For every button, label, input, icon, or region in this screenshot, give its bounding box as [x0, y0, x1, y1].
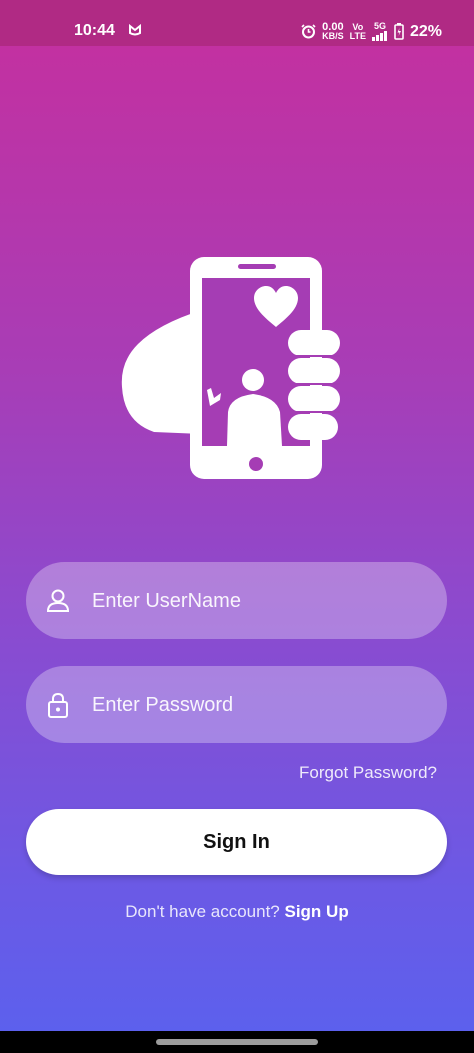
password-input[interactable] — [90, 666, 434, 745]
network-type-label: 5G — [373, 21, 386, 31]
sign-up-link[interactable]: Sign Up — [284, 902, 348, 921]
app-logo-icon — [118, 252, 343, 482]
status-bar: 10:44 0.00 KB/S Vo LTE 5G 22% — [0, 0, 474, 46]
signup-prompt: Don't have account? Sign Up — [0, 902, 474, 922]
signal-icon — [371, 31, 388, 41]
alarm-icon — [301, 24, 316, 39]
battery-percent: 22% — [409, 22, 442, 40]
lock-icon — [46, 692, 70, 718]
status-icons: 0.00 KB/S Vo LTE 5G 22% — [301, 21, 442, 41]
home-gesture-handle[interactable] — [156, 1039, 318, 1045]
battery-icon — [394, 23, 404, 40]
network-speed-unit: KB/S — [322, 30, 344, 41]
navigation-bar — [0, 1031, 474, 1053]
password-field[interactable] — [26, 666, 447, 745]
forgot-password-link[interactable]: Forgot Password? — [299, 763, 437, 783]
status-time: 10:44 — [74, 22, 115, 39]
network-speed: 0.00 KB/S — [322, 21, 344, 41]
user-icon — [46, 588, 70, 614]
username-input[interactable] — [90, 562, 434, 641]
network-type: 5G — [371, 21, 388, 41]
volte-bottom: LTE — [349, 30, 366, 41]
sign-in-button[interactable]: Sign In — [26, 809, 447, 875]
volte-indicator: Vo LTE — [349, 22, 366, 41]
no-account-text: Don't have account? — [125, 902, 280, 921]
notification-app-icon — [129, 23, 141, 39]
username-field[interactable] — [26, 562, 447, 641]
